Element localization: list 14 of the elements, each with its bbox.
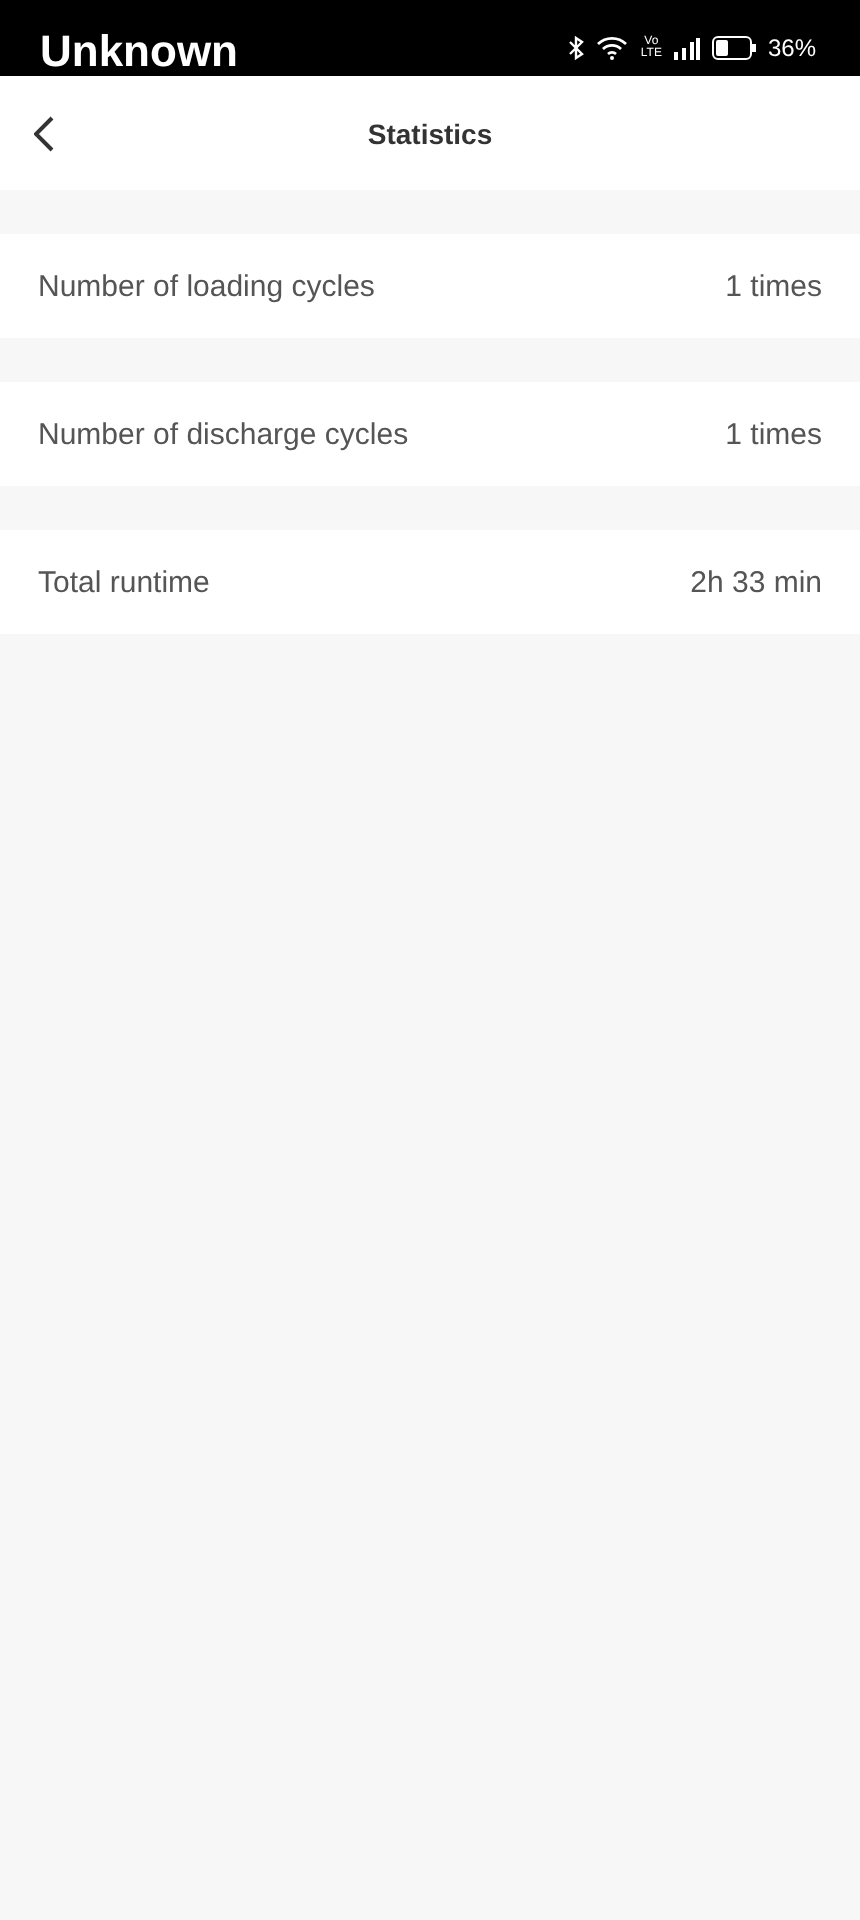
chevron-left-icon [34, 115, 54, 151]
signal-icon [673, 37, 700, 59]
stat-label: Number of loading cycles [38, 269, 375, 303]
status-label: Unknown [40, 28, 238, 76]
bluetooth-icon [568, 36, 585, 60]
battery-percent: 36% [767, 34, 816, 62]
stat-label: Total runtime [38, 565, 210, 599]
wifi-icon [596, 36, 629, 60]
battery-icon [711, 36, 756, 60]
stat-value: 2h 33 min [690, 565, 822, 599]
stat-value: 1 times [725, 269, 822, 303]
page-title: Statistics [367, 117, 493, 149]
stat-label: Number of discharge cycles [38, 417, 409, 451]
stat-value: 1 times [725, 417, 822, 451]
